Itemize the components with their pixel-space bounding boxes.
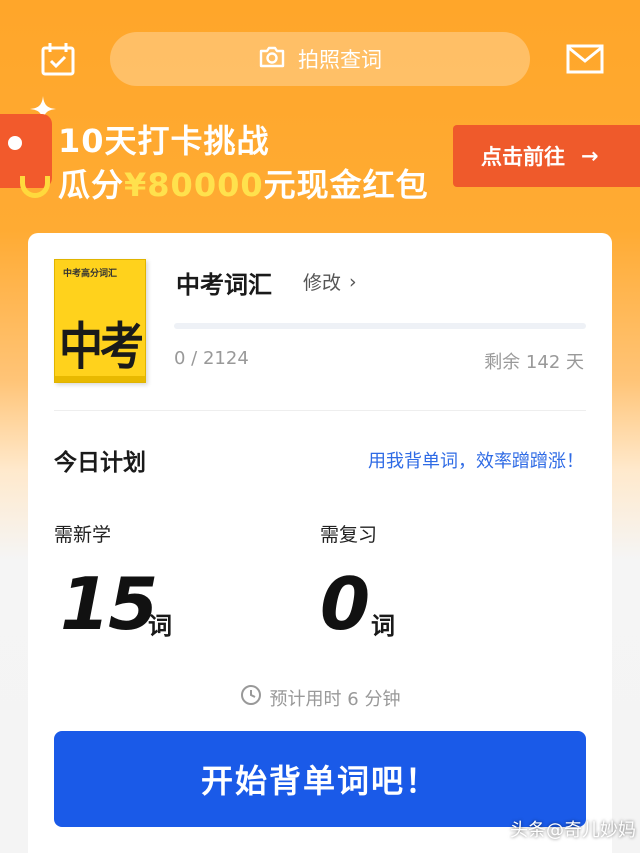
calendar-check-icon[interactable]: [40, 42, 76, 76]
remaining-days: 剩余 142 天: [484, 352, 584, 373]
top-bar: 拍照查词: [0, 0, 640, 120]
go-button-label: 点击前往: [481, 145, 565, 169]
progress-bar: [174, 323, 586, 329]
swoosh-decoration: [20, 176, 50, 198]
plan-title: 今日计划: [54, 450, 146, 476]
start-learning-button[interactable]: 开始背单词吧！: [54, 731, 586, 827]
clock-icon: [240, 684, 262, 711]
watermark: 头条@奇儿妙妈: [510, 820, 636, 841]
new-words-unit: 词: [148, 612, 172, 640]
book-cover[interactable]: 中考高分词汇 中考: [54, 259, 146, 383]
edit-book-link[interactable]: 修改 ›: [303, 268, 357, 295]
review-words-count: 0: [320, 562, 370, 646]
progress-count: 0 / 2124: [174, 348, 249, 369]
review-words-unit: 词: [371, 612, 395, 640]
arrow-right-icon: →: [581, 144, 599, 168]
book-cover-subtitle: 中考高分词汇: [63, 269, 118, 279]
camera-icon: [258, 45, 286, 74]
new-words-count: 15: [60, 562, 158, 646]
divider: [54, 410, 586, 411]
go-button[interactable]: 点击前往 →: [453, 125, 640, 187]
plan-slogan[interactable]: 用我背单词，效率蹭蹭涨！: [368, 447, 584, 473]
study-card: 中考高分词汇 中考 中考词汇 修改 › 0 / 2124 剩余 142 天 今日…: [28, 233, 612, 853]
book-cover-strip: [55, 376, 145, 382]
prize-amount: ¥80000: [124, 166, 264, 204]
estimated-time-text: 预计用时 6 分钟: [269, 688, 401, 710]
banner-subtitle: 瓜分¥80000元现金红包: [58, 166, 429, 204]
estimated-time: 预计用时 6 分钟: [28, 684, 612, 711]
chevron-right-icon: ›: [349, 270, 357, 293]
photo-search-label: 拍照查词: [298, 48, 382, 72]
new-words-label: 需新学: [54, 524, 112, 546]
book-cover-title: 中考: [59, 317, 144, 377]
banner-title: 10天打卡挑战: [58, 122, 270, 160]
review-words-label: 需复习: [320, 524, 378, 546]
book-name: 中考词汇: [176, 271, 272, 299]
mail-icon[interactable]: [566, 44, 604, 74]
edit-label: 修改: [303, 272, 342, 294]
photo-search-button[interactable]: 拍照查词: [110, 32, 530, 86]
